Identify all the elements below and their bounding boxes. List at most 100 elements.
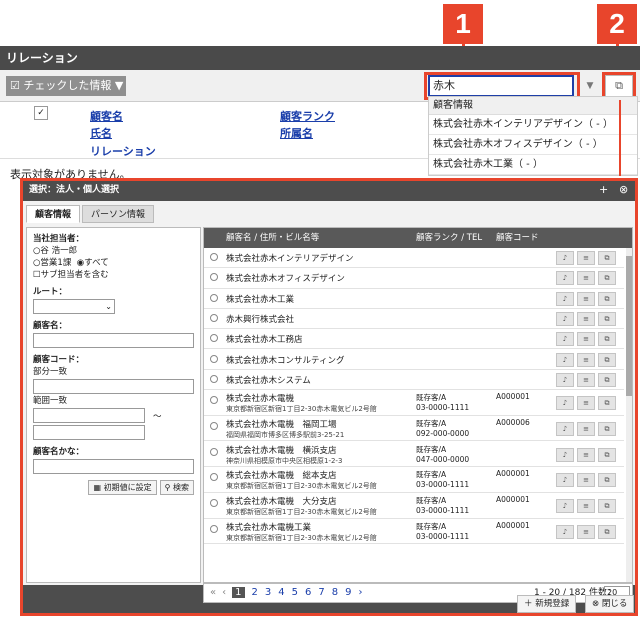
table-row[interactable]: 株式会社赤木電機 大分支店 東京都新宿区新宿1丁目2-30赤木電気ビル2号館 既存客… (204, 493, 624, 519)
table-row[interactable]: 株式会社赤木コンサルティング ♪ ≡ ⧉ (204, 350, 624, 370)
document-icon[interactable]: ≡ (577, 396, 595, 411)
pager-page[interactable]: 9 (345, 587, 351, 598)
route-select[interactable]: ⌄ (33, 299, 115, 314)
copy-icon[interactable]: ⧉ (598, 396, 616, 411)
row-radio[interactable] (210, 253, 218, 261)
pager-page[interactable]: 1 (232, 587, 245, 598)
row-radio[interactable] (210, 334, 218, 343)
music-note-icon[interactable]: ♪ (556, 332, 574, 347)
pager-page[interactable]: 6 (305, 587, 311, 598)
row-radio[interactable] (210, 447, 218, 456)
close-button[interactable]: ⊗ 閉じる (585, 595, 635, 613)
suggest-item[interactable]: 株式会社赤木インテリアデザイン（ - ） (429, 115, 637, 135)
owner-option[interactable]: ◉すべて (77, 258, 109, 268)
table-row[interactable]: 株式会社赤木インテリアデザイン ♪ ≡ ⧉ (204, 248, 624, 269)
document-icon[interactable]: ≡ (577, 524, 595, 539)
table-row[interactable]: 株式会社赤木電機工業 東京都新宿区新宿1丁目2-30赤木電気ビル2号館 既存客/A 0… (204, 519, 624, 545)
kana-input[interactable] (33, 459, 194, 474)
plus-icon[interactable]: + (599, 183, 608, 196)
copy-icon[interactable]: ⧉ (598, 291, 616, 306)
pager-page[interactable]: 3 (265, 587, 271, 598)
table-row[interactable]: 株式会社赤木電機 福岡工場 福岡県福岡市博多区博多駅前3-25-21 既存客/A 09… (204, 416, 624, 442)
document-icon[interactable]: ≡ (577, 352, 595, 367)
pager-next[interactable]: › (359, 587, 363, 598)
select-all-checkbox[interactable]: ✓ (34, 106, 48, 120)
music-note-icon[interactable]: ♪ (556, 498, 574, 513)
copy-icon[interactable]: ⧉ (598, 447, 616, 462)
document-icon[interactable]: ≡ (577, 498, 595, 513)
suggest-item[interactable]: 株式会社赤木オフィスデザイン（ - ） (429, 135, 637, 155)
search-button[interactable]: ⚲ 検索 (159, 480, 194, 495)
tab-person-info[interactable]: パーソン情報 (82, 205, 155, 223)
row-radio[interactable] (210, 473, 218, 482)
copy-icon[interactable]: ⧉ (598, 498, 616, 513)
row-radio[interactable] (210, 396, 218, 405)
document-icon[interactable]: ≡ (577, 291, 595, 306)
tab-customer-info[interactable]: 顧客情報 (26, 205, 81, 223)
scrollbar-thumb[interactable] (626, 256, 632, 396)
row-radio[interactable] (210, 421, 218, 430)
copy-icon[interactable]: ⧉ (598, 332, 616, 347)
copy-icon[interactable]: ⧉ (598, 524, 616, 539)
code-range-to-input[interactable] (33, 425, 145, 440)
music-note-icon[interactable]: ♪ (556, 291, 574, 306)
checked-info-button[interactable]: ☑ チェックした情報 ▼ (6, 76, 126, 96)
pager-page[interactable]: 4 (278, 587, 284, 598)
document-icon[interactable]: ≡ (577, 372, 595, 387)
copy-icon[interactable]: ⧉ (598, 473, 616, 488)
table-row[interactable]: 株式会社赤木電機 総本支店 東京都新宿区新宿1丁目2-30赤木電気ビル2号館 既存客… (204, 467, 624, 493)
copy-icon[interactable]: ⧉ (598, 421, 616, 436)
owner-option[interactable]: ○谷 浩一郎 (33, 244, 194, 256)
table-row[interactable]: 株式会社赤木電機 横浜支店 神奈川県相模原市中央区相模原1-2-3 既存客/A 047… (204, 442, 624, 468)
row-radio[interactable] (210, 498, 218, 507)
music-note-icon[interactable]: ♪ (556, 311, 574, 326)
music-note-icon[interactable]: ♪ (556, 372, 574, 387)
music-note-icon[interactable]: ♪ (556, 251, 574, 265)
sub-owner-checkbox[interactable]: ☐サブ担当者を含む (33, 268, 194, 280)
table-row[interactable]: 株式会社赤木システム ♪ ≡ ⧉ (204, 370, 624, 391)
new-button[interactable]: ＋ 新規登録 (517, 595, 577, 613)
scrollbar[interactable] (626, 248, 632, 582)
table-row[interactable]: 株式会社赤木工務店 ♪ ≡ ⧉ (204, 329, 624, 350)
document-icon[interactable]: ≡ (577, 251, 595, 265)
music-note-icon[interactable]: ♪ (556, 421, 574, 436)
column-customer-rank[interactable]: 顧客ランク (280, 108, 335, 124)
music-note-icon[interactable]: ♪ (556, 352, 574, 367)
music-note-icon[interactable]: ♪ (556, 473, 574, 488)
row-radio[interactable] (210, 293, 218, 302)
music-note-icon[interactable]: ♪ (556, 447, 574, 462)
music-note-icon[interactable]: ♪ (556, 396, 574, 411)
document-icon[interactable]: ≡ (577, 271, 595, 286)
pager-page[interactable]: 8 (332, 587, 338, 598)
table-row[interactable]: 株式会社赤木工業 ♪ ≡ ⧉ (204, 289, 624, 309)
pager-first[interactable]: « (210, 587, 216, 598)
document-icon[interactable]: ≡ (577, 447, 595, 462)
table-row[interactable]: 赤木興行株式会社 ♪ ≡ ⧉ (204, 309, 624, 330)
pager-page[interactable]: 7 (318, 587, 324, 598)
suggest-item[interactable]: 株式会社赤木工業（ - ） (429, 155, 637, 175)
table-row[interactable]: 株式会社赤木電機 東京都新宿区新宿1丁目2-30赤木電気ビル2号館 既存客/A 03-… (204, 390, 624, 416)
copy-icon[interactable]: ⧉ (598, 311, 616, 326)
column-department[interactable]: 所属名 (280, 125, 313, 141)
music-note-icon[interactable]: ♪ (556, 271, 574, 286)
row-radio[interactable] (210, 313, 218, 322)
column-name[interactable]: 氏名 (90, 125, 112, 141)
reset-button[interactable]: ▦ 初期値に設定 (88, 480, 157, 495)
table-row[interactable]: 株式会社赤木オフィスデザイン ♪ ≡ ⧉ (204, 268, 624, 289)
copy-icon[interactable]: ⧉ (598, 352, 616, 367)
owner-option[interactable]: ○営業1課 (33, 258, 71, 268)
row-radio[interactable] (210, 354, 218, 363)
pager-page[interactable]: 2 (252, 587, 258, 598)
row-radio[interactable] (210, 273, 218, 282)
pager-page[interactable]: 5 (292, 587, 298, 598)
column-customer-name[interactable]: 顧客名 (90, 108, 123, 124)
row-radio[interactable] (210, 524, 218, 533)
customer-name-input[interactable] (33, 333, 194, 348)
code-partial-input[interactable] (33, 379, 194, 394)
row-radio[interactable] (210, 374, 218, 383)
document-icon[interactable]: ≡ (577, 311, 595, 326)
pager-prev[interactable]: ‹ (222, 587, 226, 598)
document-icon[interactable]: ≡ (577, 332, 595, 347)
copy-icon[interactable]: ⧉ (598, 271, 616, 286)
copy-icon[interactable]: ⧉ (598, 372, 616, 387)
